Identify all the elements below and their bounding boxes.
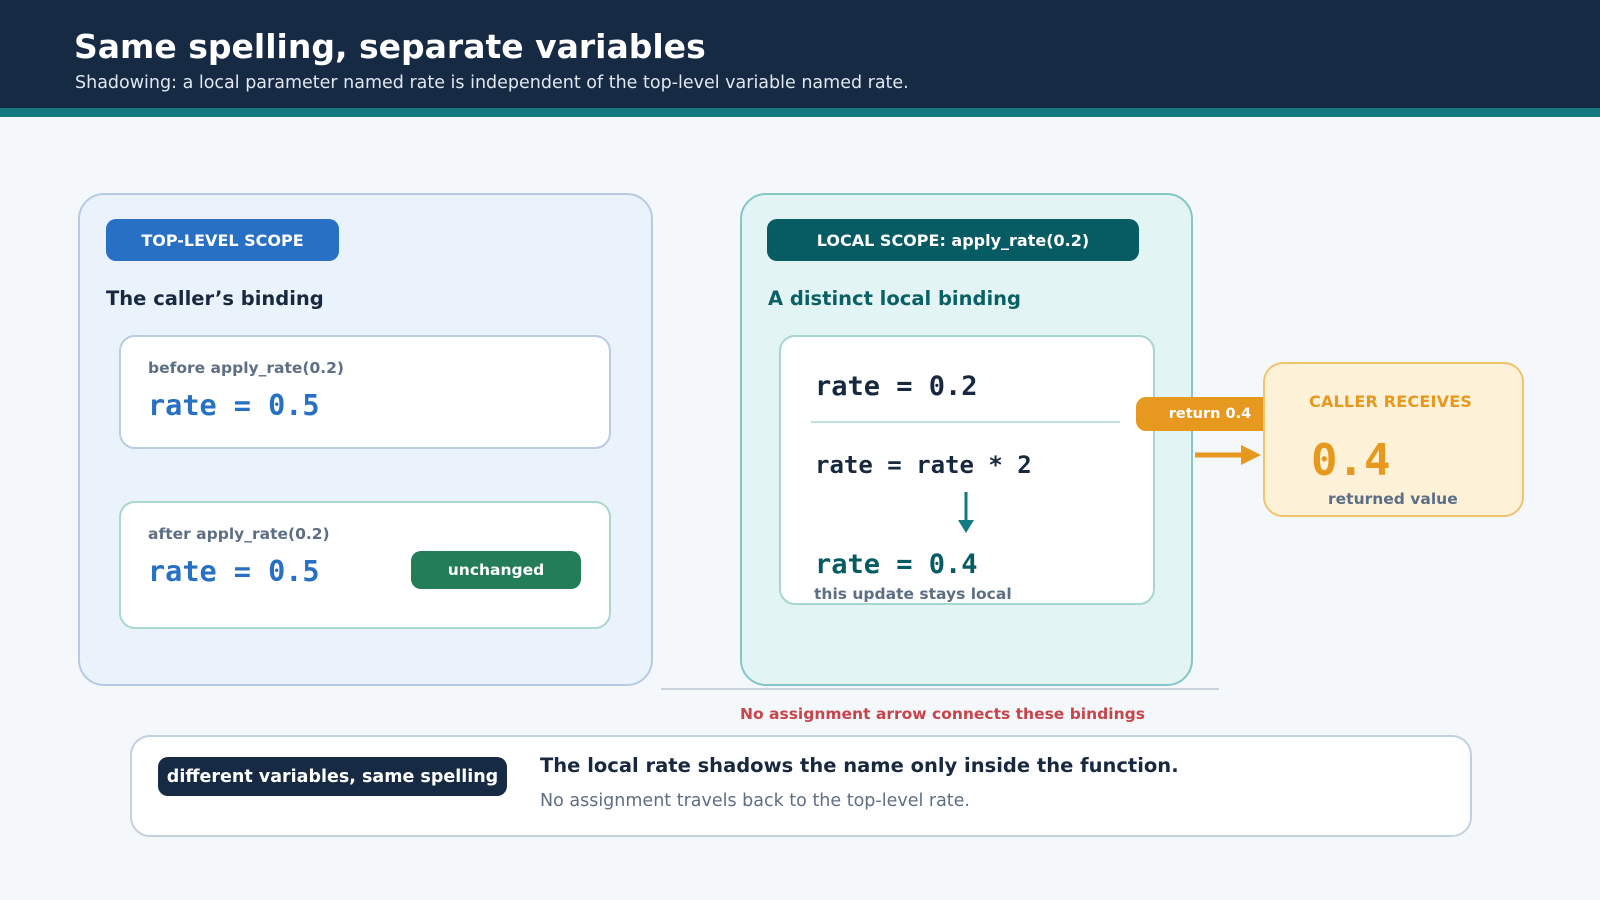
header-accent-rule — [0, 108, 1600, 117]
before-caption: before apply_rate(0.2) — [148, 359, 345, 377]
local-code-line-1: rate = 0.2 — [815, 371, 978, 402]
caller-receives-title: CALLER RECEIVES — [1309, 392, 1473, 411]
unchanged-badge: unchanged — [411, 551, 581, 589]
return-badge: return 0.4 — [1136, 397, 1284, 431]
page-subtitle: Shadowing: a local parameter named rate … — [75, 73, 909, 93]
summary-badge: different variables, same spelling — [158, 757, 507, 796]
top-level-heading: The caller’s binding — [106, 287, 324, 310]
no-assignment-note: No assignment arrow connects these bindi… — [740, 705, 1145, 723]
caller-value-caption: returned value — [1328, 490, 1458, 508]
caller-received-value: 0.4 — [1311, 435, 1391, 486]
after-caption: after apply_rate(0.2) — [148, 525, 330, 543]
summary-main-text: The local rate shadows the name only ins… — [540, 754, 1179, 777]
local-scope-badge: LOCAL SCOPE: apply_rate(0.2) — [767, 219, 1139, 261]
top-level-scope-badge: TOP-LEVEL SCOPE — [106, 219, 339, 261]
before-code: rate = 0.5 — [148, 389, 320, 422]
local-code-line-2: rate = rate * 2 — [815, 451, 1032, 479]
after-code: rate = 0.5 — [148, 555, 320, 588]
separator-line — [661, 688, 1219, 690]
local-divider — [811, 421, 1120, 423]
page-title: Same spelling, separate variables — [74, 27, 706, 66]
summary-sub-text: No assignment travels back to the top-le… — [540, 791, 970, 811]
arrow-right-icon — [1195, 445, 1261, 465]
local-code-line-3: rate = 0.4 — [815, 549, 978, 580]
arrow-down-icon — [958, 492, 974, 533]
local-caption: this update stays local — [814, 585, 1012, 603]
local-heading: A distinct local binding — [768, 287, 1021, 310]
